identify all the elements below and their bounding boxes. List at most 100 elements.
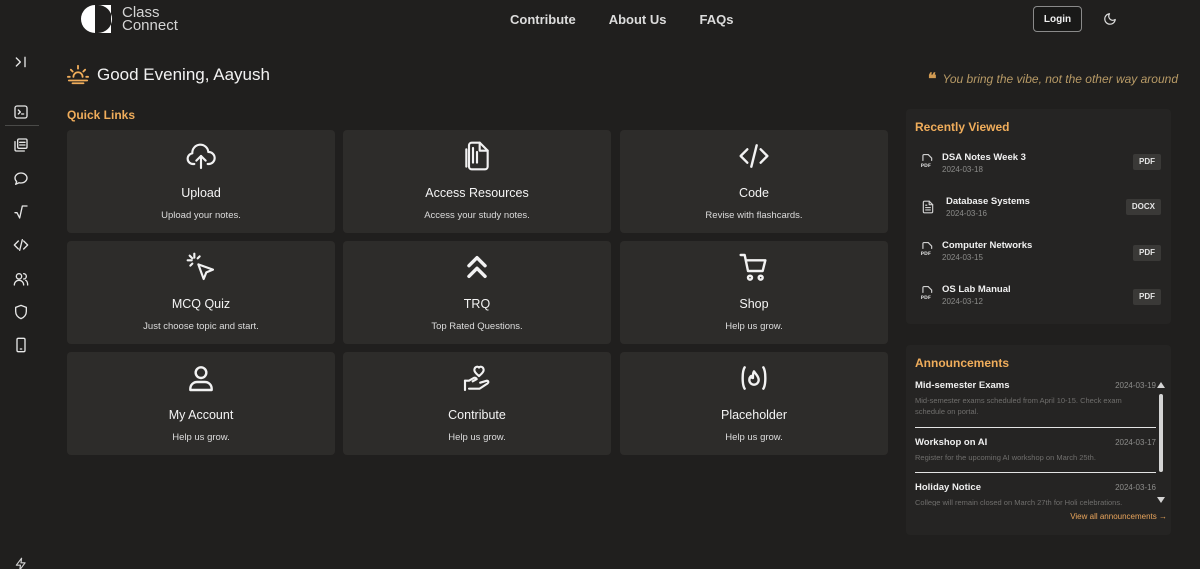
card-placeholder[interactable]: Placeholder Help us grow.: [620, 352, 888, 455]
cart-icon: [739, 253, 767, 281]
card-title: Upload: [181, 186, 221, 200]
shield-icon[interactable]: [13, 304, 29, 320]
user-icon: [189, 366, 213, 392]
card-desc: Help us grow.: [448, 432, 506, 443]
announcements-list[interactable]: Mid-semester Exams 2024-03-19 Mid-semest…: [915, 380, 1156, 506]
notes-icon[interactable]: [13, 137, 29, 153]
recently-viewed-panel: Recently Viewed PDF DSA Notes Week 3 202…: [906, 109, 1171, 324]
hand-heart-icon: [463, 365, 490, 392]
logo-mark-icon: [81, 5, 112, 33]
file-type-badge: DOCX: [1125, 199, 1161, 215]
recent-item-name: Database Systems: [946, 196, 1030, 207]
announcement-title: Mid-semester Exams: [915, 380, 1010, 391]
recently-viewed-title: Recently Viewed: [915, 120, 1010, 134]
pdf-file-icon: PDF: [921, 153, 933, 169]
phone-icon[interactable]: [13, 337, 29, 353]
recent-item-date: 2024-03-18: [942, 165, 983, 174]
announcement-title: Workshop on AI: [915, 437, 988, 448]
nav-faqs[interactable]: FAQs: [700, 12, 734, 27]
card-upload[interactable]: Upload Upload your notes.: [67, 130, 335, 233]
card-desc: Top Rated Questions.: [431, 321, 523, 332]
svg-text:PDF: PDF: [921, 251, 931, 257]
file-type-badge: PDF: [1133, 154, 1161, 170]
bolt-icon[interactable]: [14, 557, 28, 569]
view-all-announcements-link[interactable]: View all announcements →: [1070, 512, 1167, 521]
card-title: Contribute: [448, 408, 506, 422]
logo[interactable]: Class Connect: [80, 4, 178, 34]
card-title: MCQ Quiz: [171, 297, 231, 311]
card-code[interactable]: Code Revise with flashcards.: [620, 130, 888, 233]
scroll-down-icon[interactable]: [1157, 497, 1165, 503]
sidebar-divider: [5, 125, 39, 126]
recent-item-date: 2024-03-15: [942, 253, 983, 262]
terminal-icon[interactable]: [13, 104, 29, 120]
file-type-badge: PDF: [1133, 289, 1161, 305]
svg-text:PDF: PDF: [921, 163, 931, 169]
announcements-panel: Announcements Mid-semester Exams 2024-03…: [906, 345, 1171, 535]
card-trq[interactable]: TRQ Top Rated Questions.: [343, 241, 611, 344]
announcements-title: Announcements: [915, 356, 1010, 370]
pdf-file-icon: PDF: [921, 241, 933, 257]
card-title: TRQ: [463, 297, 491, 311]
recent-item-date: 2024-03-12: [942, 297, 983, 306]
logo-line-2: Connect: [122, 17, 178, 34]
recent-item-dsa-notes[interactable]: PDF DSA Notes Week 3 2024-03-18 PDF: [906, 152, 1171, 188]
code-icon: [739, 144, 769, 168]
card-desc: Upload your notes.: [161, 210, 241, 221]
card-desc: Help us grow.: [725, 432, 783, 443]
sqrt-icon[interactable]: [13, 204, 29, 220]
sidebar: [0, 40, 40, 569]
recent-item-database-systems[interactable]: Database Systems 2024-03-16 DOCX: [906, 196, 1171, 232]
users-icon[interactable]: [13, 271, 29, 287]
recent-item-os-lab-manual[interactable]: PDF OS Lab Manual 2024-03-12 PDF: [906, 284, 1171, 320]
code-icon[interactable]: [13, 237, 29, 253]
expand-icon[interactable]: [13, 54, 29, 70]
card-desc: Help us grow.: [172, 432, 230, 443]
scroll-up-icon[interactable]: [1157, 382, 1165, 388]
cloud-upload-icon: [186, 143, 216, 170]
docx-file-icon: [922, 200, 934, 214]
card-contribute[interactable]: Contribute Help us grow.: [343, 352, 611, 455]
chevrons-up-icon: [467, 255, 487, 279]
card-mcq-quiz[interactable]: MCQ Quiz Just choose topic and start.: [67, 241, 335, 344]
recent-item-name: OS Lab Manual: [942, 284, 1011, 295]
announcements-scrollbar[interactable]: [1157, 382, 1165, 506]
card-title: Code: [739, 186, 769, 200]
scroll-thumb[interactable]: [1159, 394, 1163, 472]
card-desc: Access your study notes.: [424, 210, 530, 221]
document-icon: [465, 141, 489, 171]
quote: ❝ You bring the vibe, not the other way …: [928, 69, 1178, 88]
announcement-date: 2024-03-16: [1115, 483, 1156, 492]
announcement-body: Mid-semester exams scheduled from April …: [915, 396, 1122, 416]
card-shop[interactable]: Shop Help us grow.: [620, 241, 888, 344]
quick-links-title: Quick Links: [67, 108, 136, 122]
card-access-resources[interactable]: Access Resources Access your study notes…: [343, 130, 611, 233]
card-desc: Revise with flashcards.: [705, 210, 803, 221]
card-title: Shop: [739, 297, 769, 311]
greeting-text: Good Evening, Aayush: [97, 65, 270, 84]
quote-icon: ❝: [927, 69, 937, 88]
card-title: Placeholder: [720, 408, 787, 422]
nav-contribute[interactable]: Contribute: [510, 12, 576, 27]
moon-icon[interactable]: [1103, 12, 1117, 26]
card-my-account[interactable]: My Account Help us grow.: [67, 352, 335, 455]
recent-item-computer-networks[interactable]: PDF Computer Networks 2024-03-15 PDF: [906, 240, 1171, 276]
pdf-file-icon: PDF: [921, 286, 933, 301]
recent-item-date: 2024-03-16: [946, 209, 987, 218]
greeting: Good Evening, Aayush: [67, 64, 270, 86]
announcement-divider: [915, 427, 1156, 428]
card-title: My Account: [168, 408, 234, 422]
pointer-click-icon: [186, 252, 215, 281]
card-desc: Just choose topic and start.: [143, 321, 259, 332]
nav-about-us[interactable]: About Us: [609, 12, 667, 27]
sunset-icon: [67, 64, 89, 85]
svg-text:PDF: PDF: [921, 295, 931, 301]
file-type-badge: PDF: [1133, 245, 1161, 261]
login-button[interactable]: Login: [1033, 6, 1082, 32]
announcement-body: Register for the upcoming AI workshop on…: [915, 453, 1096, 462]
chat-icon[interactable]: [13, 171, 29, 187]
fire-icon: [741, 366, 767, 390]
announcement-body: College will remain closed on March 27th…: [915, 498, 1123, 506]
top-header: Class Connect Contribute About Us FAQs L…: [0, 0, 1200, 40]
quote-text: You bring the vibe, not the other way ar…: [942, 71, 1179, 86]
